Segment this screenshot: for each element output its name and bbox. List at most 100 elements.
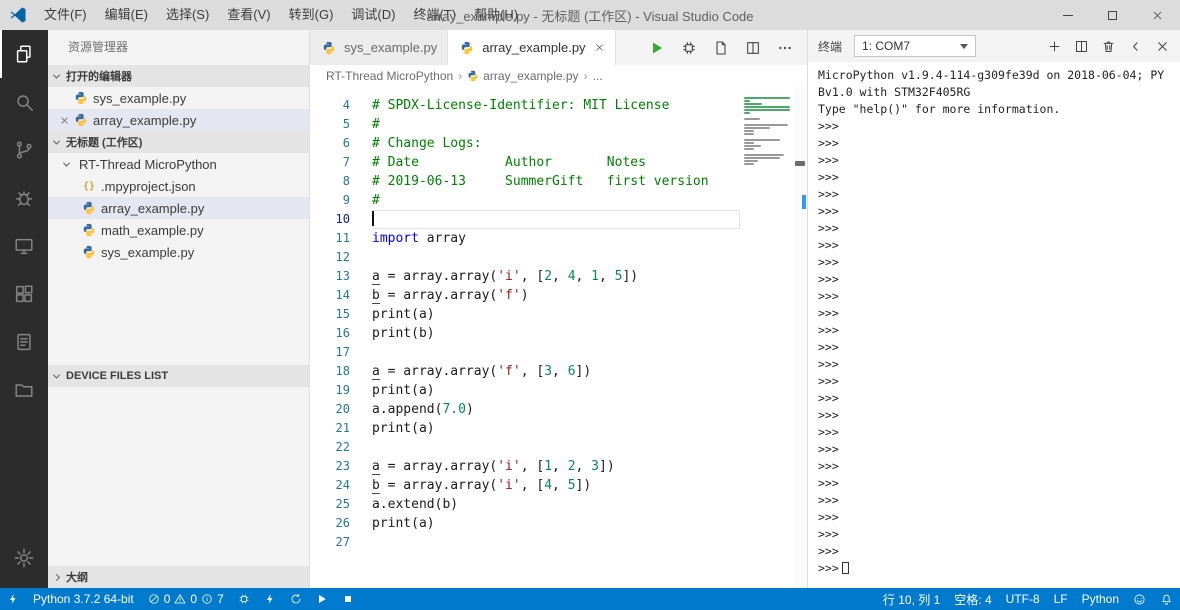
workspace-header[interactable]: 无标题 (工作区) — [48, 131, 309, 153]
breadcrumb-item[interactable]: ... — [593, 69, 603, 83]
stop-device-button[interactable] — [335, 588, 361, 610]
build-button[interactable] — [681, 40, 697, 56]
feedback-button[interactable] — [1126, 588, 1153, 610]
run-button[interactable] — [649, 40, 665, 56]
sync-button[interactable] — [283, 588, 309, 610]
encoding-setting[interactable]: UTF-8 — [999, 588, 1047, 610]
open-editors-header[interactable]: 打开的编辑器 — [48, 65, 309, 87]
activity-item-project[interactable] — [0, 366, 48, 414]
split-editor-button[interactable] — [745, 40, 761, 56]
code-editor[interactable]: 4 # SPDX-License-Identifier: MIT License 5… — [310, 87, 807, 588]
code-line[interactable]: 10 — [310, 210, 740, 229]
breadcrumb-item[interactable]: array_example.py — [467, 69, 579, 83]
code-line[interactable]: 12 — [310, 248, 740, 267]
language-mode[interactable]: Python — [1075, 588, 1126, 610]
collapse-panel-button[interactable] — [1128, 39, 1143, 54]
activity-item-notes[interactable] — [0, 318, 48, 366]
json-icon: {} — [82, 180, 96, 192]
tree-file-item[interactable]: math_example.py — [48, 219, 309, 241]
device-files-header[interactable]: DEVICE FILES LIST — [48, 365, 309, 387]
workspace-folder[interactable]: RT-Thread MicroPython — [48, 153, 309, 175]
indentation-setting[interactable]: 空格: 4 — [947, 588, 998, 610]
code-line[interactable]: 23 a = array.array('i', [1, 2, 3]) — [310, 457, 740, 476]
tree-file-item[interactable]: {} .mpyproject.json — [48, 175, 309, 197]
code-line[interactable]: 6 # Change Logs: — [310, 134, 740, 153]
menu-item[interactable]: 调试(D) — [342, 0, 404, 30]
menu-item[interactable]: 转到(G) — [280, 0, 343, 30]
terminal-prompt: >>> — [818, 561, 839, 575]
problems-indicator[interactable]: 0 0 7 — [141, 588, 231, 610]
code-line[interactable]: 21 print(a) — [310, 419, 740, 438]
open-editor-item[interactable]: sys_example.py — [48, 87, 309, 109]
terminal-select[interactable]: 1: COM7 — [854, 35, 977, 57]
code-line[interactable]: 20 a.append(7.0) — [310, 400, 740, 419]
menu-item[interactable]: 查看(V) — [218, 0, 279, 30]
code-line[interactable]: 19 print(a) — [310, 381, 740, 400]
terminal-output[interactable]: MicroPython v1.9.4-114-g309fe39d on 2018… — [808, 62, 1180, 588]
cursor-position[interactable]: 行 10, 列 1 — [876, 588, 947, 610]
split-terminal-button[interactable] — [1074, 39, 1089, 54]
chevron-right-icon — [52, 573, 61, 581]
code-line[interactable]: 13 a = array.array('i', [2, 4, 1, 5]) — [310, 267, 740, 286]
open-editor-item[interactable]: array_example.py — [48, 109, 309, 131]
minimize-button[interactable] — [1045, 0, 1090, 30]
board-button[interactable] — [231, 588, 257, 610]
code-line[interactable]: 25 a.extend(b) — [310, 495, 740, 514]
editor-tab[interactable]: array_example.py — [448, 30, 616, 65]
run-device-button[interactable] — [309, 588, 335, 610]
eol-setting[interactable]: LF — [1047, 588, 1075, 610]
activity-item-device[interactable] — [0, 222, 48, 270]
code-text: # Change Logs: — [372, 134, 740, 153]
minimap[interactable] — [740, 87, 794, 588]
outline-header[interactable]: 大纲 — [48, 566, 309, 588]
line-number: 15 — [335, 307, 350, 321]
new-terminal-button[interactable] — [1047, 39, 1062, 54]
code-line[interactable]: 17 — [310, 343, 740, 362]
code-line[interactable]: 18 a = array.array('f', [3, 6]) — [310, 362, 740, 381]
breadcrumb-item[interactable]: RT-Thread MicroPython — [326, 69, 453, 83]
code-line[interactable]: 26 print(a) — [310, 514, 740, 533]
code-line[interactable]: 15 print(a) — [310, 305, 740, 324]
more-actions-button[interactable] — [777, 40, 793, 56]
line-number: 20 — [335, 402, 350, 416]
code-line[interactable]: 22 — [310, 438, 740, 457]
close-icon[interactable] — [594, 42, 605, 53]
editor-tab[interactable]: sys_example.py — [310, 30, 449, 65]
python-interpreter[interactable]: Python 3.7.2 64-bit — [26, 588, 141, 610]
notifications-button[interactable] — [1153, 588, 1180, 610]
preview-button[interactable] — [713, 40, 729, 56]
menu-item[interactable]: 文件(F) — [35, 0, 96, 30]
terminal-panel: 终端 1: COM7 MicroPython v1.9.4-114-g309fe… — [808, 30, 1180, 588]
code-line[interactable]: 14 b = array.array('f') — [310, 286, 740, 305]
activity-item-extensions[interactable] — [0, 270, 48, 318]
maximize-button[interactable] — [1090, 0, 1135, 30]
code-line[interactable]: 9 # — [310, 191, 740, 210]
code-line[interactable]: 7 # Date Author Notes — [310, 153, 740, 172]
code-line[interactable]: 27 — [310, 533, 740, 552]
close-window-button[interactable] — [1135, 0, 1180, 30]
code-line[interactable]: 4 # SPDX-License-Identifier: MIT License — [310, 96, 740, 115]
menu-item[interactable]: 编辑(E) — [96, 0, 157, 30]
settings-button[interactable] — [0, 534, 48, 582]
branch-icon — [13, 139, 35, 161]
kill-terminal-button[interactable] — [1101, 39, 1116, 54]
code-line[interactable]: 11 import array — [310, 229, 740, 248]
terminal-title[interactable]: 终端 — [818, 38, 842, 55]
activity-item-explorer[interactable] — [0, 30, 48, 78]
close-icon[interactable] — [56, 115, 72, 126]
activity-item-run-debug[interactable] — [0, 174, 48, 222]
flash-button[interactable] — [257, 588, 283, 610]
remote-indicator[interactable] — [0, 588, 26, 610]
code-line[interactable]: 5 # — [310, 115, 740, 134]
activity-item-search[interactable] — [0, 78, 48, 126]
tree-file-item[interactable]: array_example.py — [48, 197, 309, 219]
tree-file-item[interactable]: sys_example.py — [48, 241, 309, 263]
activity-item-source-control[interactable] — [0, 126, 48, 174]
menu-item[interactable]: 选择(S) — [157, 0, 218, 30]
code-line[interactable]: 24 b = array.array('i', [4, 5]) — [310, 476, 740, 495]
close-panel-button[interactable] — [1155, 39, 1170, 54]
code-line[interactable]: 8 # 2019-06-13 SummerGift first version — [310, 172, 740, 191]
code-area[interactable]: 4 # SPDX-License-Identifier: MIT License 5… — [310, 87, 740, 588]
code-line[interactable]: 16 print(b) — [310, 324, 740, 343]
overview-ruler[interactable] — [794, 87, 807, 588]
